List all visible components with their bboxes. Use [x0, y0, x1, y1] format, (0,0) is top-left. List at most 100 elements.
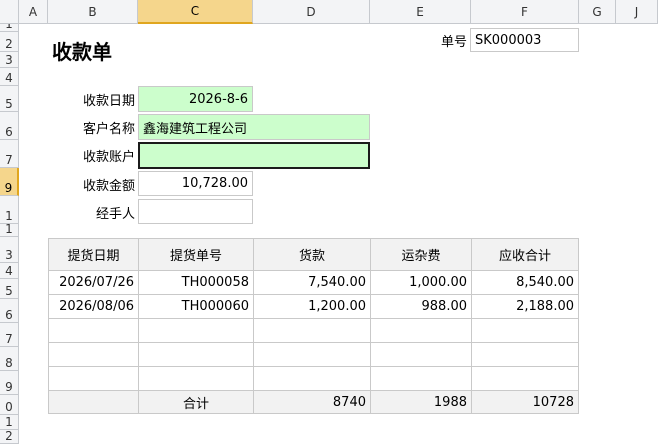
table-header-delivery-no: 提货单号	[138, 238, 254, 271]
row-label: 2	[5, 430, 13, 443]
column-header-b[interactable]: B	[48, 0, 138, 24]
table-cell[interactable]	[370, 318, 472, 343]
table-cell[interactable]: 1,200.00	[253, 294, 371, 319]
amount-label: 收款金额	[82, 178, 135, 194]
column-label: J	[634, 4, 639, 19]
row-header[interactable]: 2	[0, 32, 19, 52]
row-label: 8	[5, 356, 13, 370]
table-footer-cell	[48, 390, 139, 414]
table-cell[interactable]: 2,188.00	[471, 294, 579, 319]
date-field[interactable]: 2026-8-6	[138, 86, 253, 112]
row-header[interactable]: 9	[0, 371, 19, 395]
table-cell[interactable]	[253, 318, 371, 343]
column-header-g[interactable]: G	[579, 0, 616, 24]
column-label: G	[592, 4, 602, 19]
row-header[interactable]: 1	[0, 224, 19, 237]
row-header[interactable]: 0	[0, 395, 19, 415]
row-header[interactable]: 7	[0, 323, 19, 347]
table-header-goods-amount: 货款	[253, 238, 371, 271]
table-cell[interactable]	[253, 342, 371, 367]
row-header[interactable]: 3	[0, 52, 19, 68]
table-cell[interactable]	[48, 342, 139, 367]
handler-label: 经手人	[95, 206, 135, 222]
row-header[interactable]: 1	[0, 24, 19, 32]
handler-field[interactable]	[138, 199, 253, 224]
table-cell[interactable]: 8,540.00	[471, 270, 579, 295]
table-footer-receivable-total: 10728	[471, 390, 579, 414]
date-label: 收款日期	[82, 93, 135, 109]
table-cell[interactable]: TH000058	[138, 270, 254, 295]
row-label: 0	[5, 400, 13, 414]
row-label: 1	[5, 224, 13, 236]
column-header-a[interactable]: A	[19, 0, 48, 24]
table-footer-freight-total: 1988	[370, 390, 472, 414]
row-header[interactable]: 3	[0, 237, 19, 263]
table-cell[interactable]	[48, 366, 139, 391]
doc-no-label: 单号	[440, 34, 467, 50]
row-header[interactable]: 4	[0, 263, 19, 279]
row-label: 3	[5, 53, 13, 67]
row-header[interactable]: 5	[0, 279, 19, 299]
column-header-f[interactable]: F	[471, 0, 579, 24]
column-header-j[interactable]: J	[616, 0, 658, 24]
row-header[interactable]: 5	[0, 86, 19, 112]
table-cell[interactable]	[138, 342, 254, 367]
customer-label: 客户名称	[82, 121, 135, 137]
table-footer-total-label: 合计	[138, 390, 254, 414]
row-label: 6	[5, 308, 13, 322]
row-header[interactable]: 1	[0, 196, 19, 224]
table-header-total-receivable: 应收合计	[471, 238, 579, 271]
row-label: 9	[4, 181, 13, 195]
column-header-e[interactable]: E	[370, 0, 471, 24]
amount-field[interactable]: 10,728.00	[138, 171, 253, 196]
table-cell[interactable]	[370, 366, 472, 391]
row-label: 7	[5, 332, 13, 346]
table-cell[interactable]: 7,540.00	[253, 270, 371, 295]
table-cell[interactable]: 1,000.00	[370, 270, 472, 295]
table-header-delivery-date: 提货日期	[48, 238, 139, 271]
table-cell[interactable]	[138, 318, 254, 343]
row-header[interactable]: 1	[0, 415, 19, 430]
column-label: A	[28, 4, 38, 19]
account-field[interactable]	[138, 142, 370, 169]
row-header[interactable]: 4	[0, 68, 19, 86]
table-cell[interactable]: 988.00	[370, 294, 472, 319]
account-label: 收款账户	[82, 149, 135, 165]
select-all-corner[interactable]	[0, 0, 19, 24]
table-cell[interactable]: TH000060	[138, 294, 254, 319]
row-header[interactable]: 8	[0, 347, 19, 371]
table-cell[interactable]	[138, 366, 254, 391]
table-footer-goods-total: 8740	[253, 390, 371, 414]
row-label: 1	[5, 24, 13, 31]
row-label: 2	[5, 37, 13, 51]
row-label: 1	[5, 415, 13, 429]
table-cell[interactable]	[471, 342, 579, 367]
table-cell[interactable]	[370, 342, 472, 367]
row-header[interactable]: 6	[0, 112, 19, 140]
table-cell[interactable]	[471, 366, 579, 391]
row-label: 3	[5, 248, 13, 262]
row-label: 5	[5, 97, 13, 111]
table-cell[interactable]: 2026/08/06	[48, 294, 139, 319]
table-cell[interactable]	[471, 318, 579, 343]
row-header[interactable]: 6	[0, 299, 19, 323]
column-header-c[interactable]: C	[138, 0, 253, 24]
table-cell[interactable]	[253, 366, 371, 391]
page-title: 收款单	[52, 40, 112, 64]
column-label: C	[190, 4, 200, 18]
row-header[interactable]: 7	[0, 140, 19, 168]
row-label: 9	[5, 380, 13, 394]
table-header-freight: 运杂费	[370, 238, 472, 271]
table-cell[interactable]	[48, 318, 139, 343]
row-header[interactable]: 2	[0, 430, 19, 444]
table-cell[interactable]: 2026/07/26	[48, 270, 139, 295]
row-label: 1	[5, 209, 13, 223]
column-label: B	[88, 4, 97, 19]
row-header-active[interactable]: 9	[0, 168, 19, 196]
column-header-d[interactable]: D	[253, 0, 370, 24]
customer-field[interactable]: 鑫海建筑工程公司	[138, 114, 370, 140]
row-label: 6	[5, 125, 13, 139]
doc-no-field[interactable]: SK000003	[470, 28, 579, 52]
column-label: D	[306, 4, 316, 19]
row-label: 7	[5, 153, 13, 167]
